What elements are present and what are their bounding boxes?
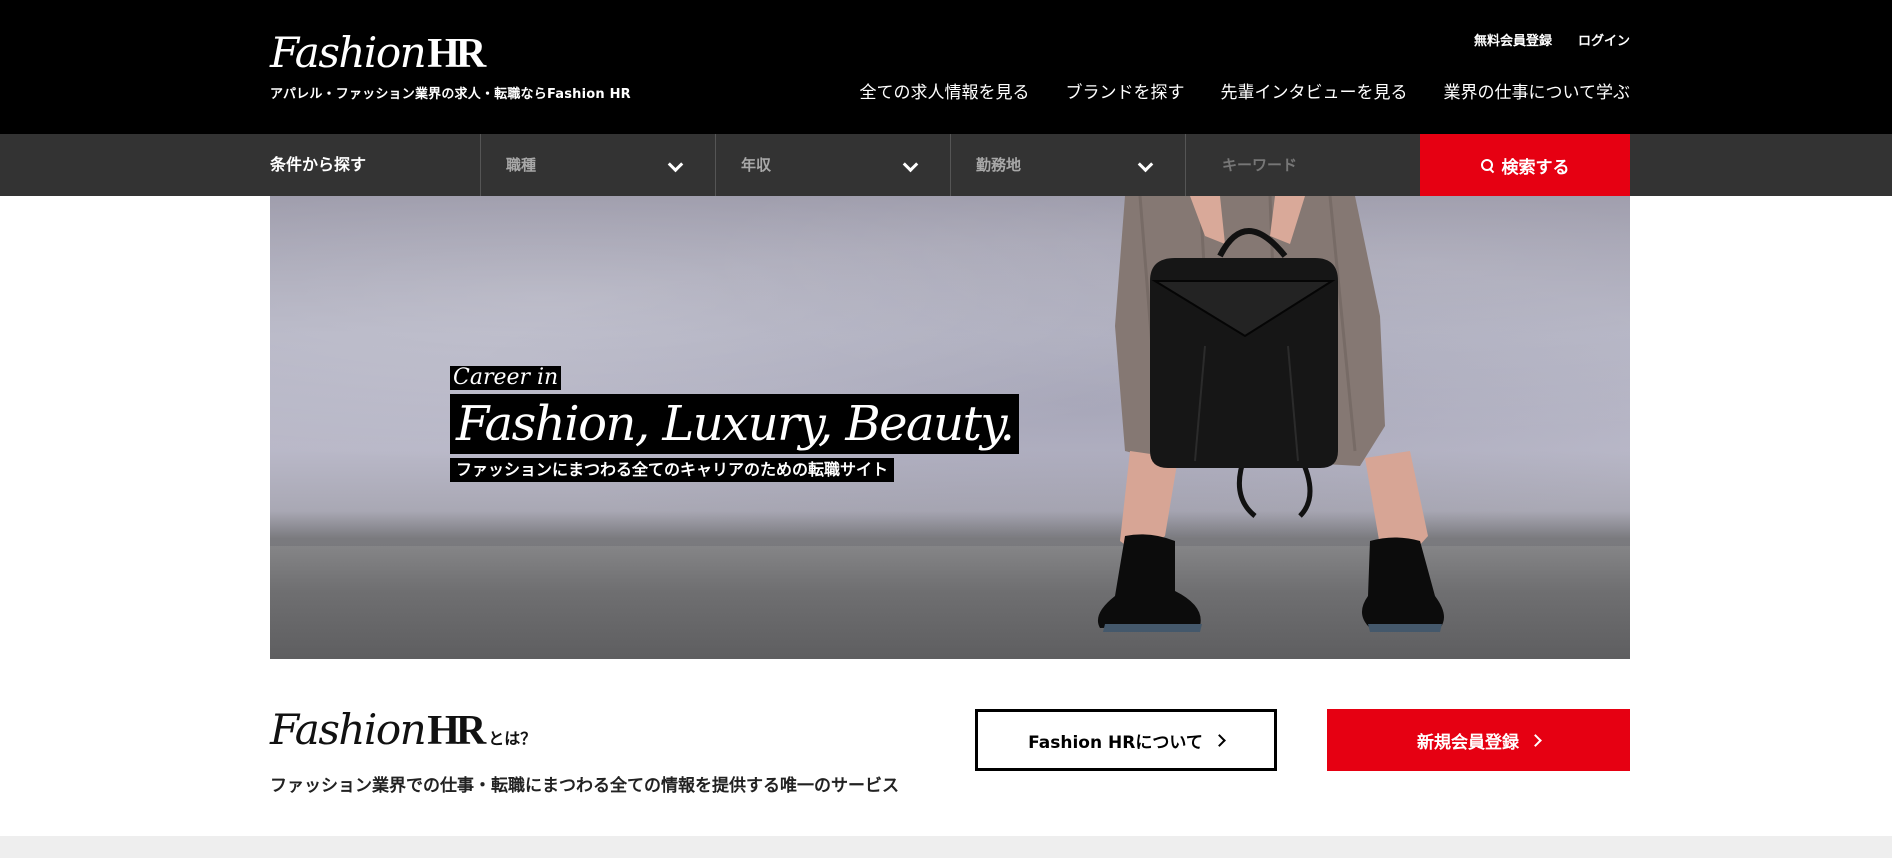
about-logo: FashionHR とは？	[270, 706, 899, 763]
search-bar: 条件から探す 職種 年収 勤務地 検索する	[0, 134, 1892, 196]
utility-nav: 無料会員登録 ログイン	[1474, 30, 1630, 49]
search-title: 条件から探す	[270, 155, 367, 174]
nav-all-jobs[interactable]: 全ての求人情報を見る	[860, 78, 1030, 103]
about-section: FashionHR とは？ ファッション業界での仕事・転職にまつわる全ての情報を提…	[270, 706, 899, 797]
keyword-field	[1185, 134, 1420, 196]
about-logo-text: Fashion	[270, 705, 427, 754]
nav-interviews[interactable]: 先輩インタビューを見る	[1221, 78, 1408, 103]
register-button[interactable]: 新規会員登録	[1327, 709, 1630, 771]
hero-line-fashion: Fashion, Luxury, Beauty.	[450, 394, 1020, 454]
about-logo-hr: HR	[427, 708, 486, 754]
login-link[interactable]: ログイン	[1578, 30, 1630, 49]
hero-line-career: Career in	[450, 366, 562, 390]
salary-select[interactable]: 年収	[715, 134, 950, 196]
chevron-right-icon	[1212, 733, 1226, 747]
chevron-down-icon	[1137, 156, 1154, 173]
location-select[interactable]: 勤務地	[950, 134, 1185, 196]
hero-banner: Career in Fashion, Luxury, Beauty. ファッショ…	[270, 196, 1630, 659]
chevron-down-icon	[667, 156, 684, 173]
about-toha: とは？	[488, 729, 537, 748]
search-button[interactable]: 検索する	[1420, 134, 1630, 196]
site-tagline: アパレル・ファッション業界の求人・転職ならFashion HR	[270, 87, 631, 102]
hero-line-subtitle: ファッションにまつわる全てのキャリアのための転職サイト	[450, 458, 895, 482]
site-header: FashionHR アパレル・ファッション業界の求人・転職ならFashion H…	[0, 0, 1892, 134]
nav-brands[interactable]: ブランドを探す	[1066, 78, 1185, 103]
search-bar-inner: 条件から探す 職種 年収 勤務地 検索する	[270, 134, 1630, 196]
logo-hr: HR	[427, 31, 486, 77]
site-logo[interactable]: FashionHR	[270, 28, 486, 79]
about-fashionhr-button[interactable]: Fashion HRについて	[975, 709, 1277, 771]
hero-catchcopy: Career in Fashion, Luxury, Beauty. ファッショ…	[450, 366, 1020, 482]
search-icon	[1480, 158, 1494, 172]
chevron-right-icon	[1529, 733, 1542, 747]
main-nav: 全ての求人情報を見る ブランドを探す 先輩インタビューを見る 業界の仕事について…	[860, 78, 1631, 103]
nav-industry-learn[interactable]: 業界の仕事について学ぶ	[1444, 78, 1631, 103]
footer-strip	[0, 836, 1892, 858]
logo-block[interactable]: FashionHR アパレル・ファッション業界の求人・転職ならFashion H…	[270, 28, 631, 102]
search-button-label: 検索する	[1501, 157, 1570, 178]
about-button-label: Fashion HRについて	[1028, 732, 1203, 753]
chevron-down-icon	[902, 156, 919, 173]
salary-label: 年収	[741, 156, 772, 174]
logo-text: Fashion	[270, 28, 427, 77]
register-button-label: 新規会員登録	[1417, 732, 1519, 753]
free-register-link[interactable]: 無料会員登録	[1474, 30, 1552, 49]
about-description: ファッション業界での仕事・転職にまつわる全ての情報を提供する唯一のサービス	[270, 776, 899, 796]
job-type-label: 職種	[506, 156, 537, 174]
location-label: 勤務地	[976, 156, 1022, 174]
job-type-select[interactable]: 職種	[480, 134, 715, 196]
keyword-input[interactable]	[1186, 134, 1420, 196]
